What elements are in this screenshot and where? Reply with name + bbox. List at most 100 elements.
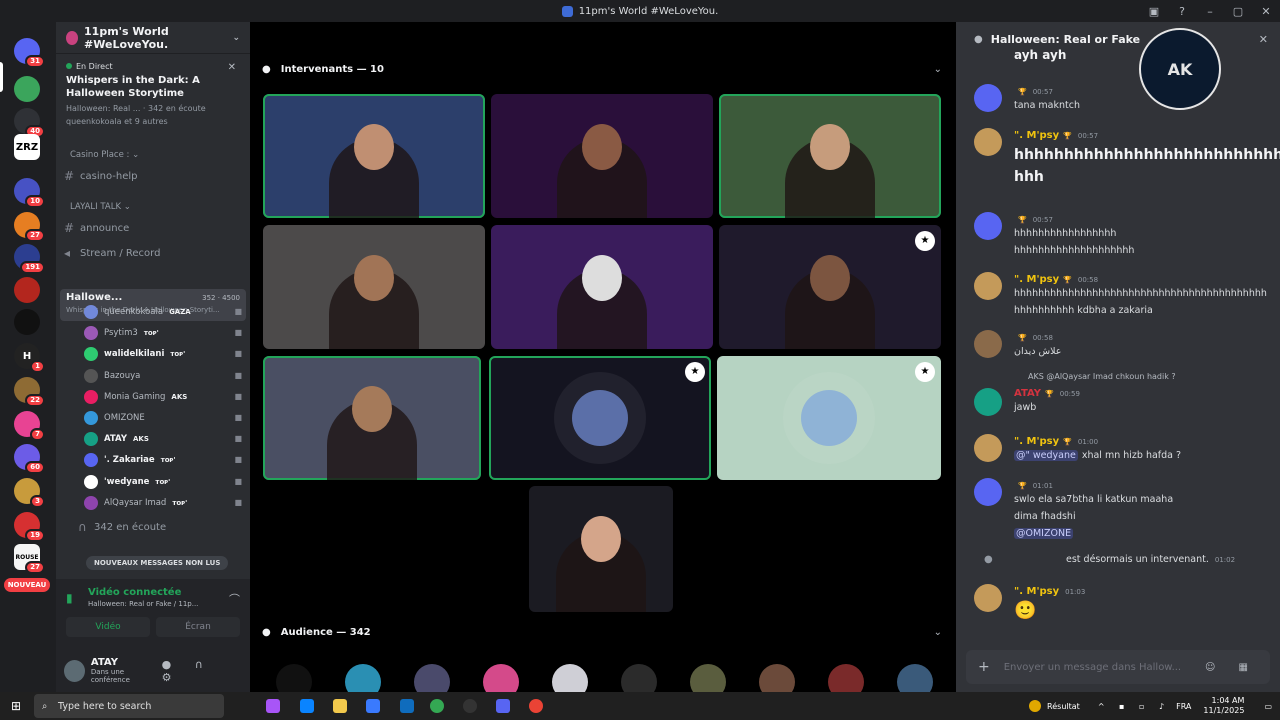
avatar[interactable] — [974, 388, 1002, 416]
voice-member[interactable]: walidelkilani ᴛᴏᴘ' ■ — [84, 344, 242, 363]
server-icon[interactable] — [14, 76, 40, 102]
chevron-down-icon[interactable]: ⌄ — [934, 64, 942, 75]
video-button[interactable]: Vidéo — [66, 617, 150, 637]
speaker-tile[interactable]: ★ — [719, 225, 941, 349]
avatar[interactable] — [974, 272, 1002, 300]
mention[interactable]: @" wedyane — [1014, 450, 1078, 461]
message-author[interactable]: ATAY 🏆 00:59 — [1014, 388, 1080, 399]
message-author[interactable]: ". M'psy 🏆 01:00 — [1014, 436, 1098, 447]
message-input[interactable]: + Envoyer un message dans Hallow... ☺ ▦ — [966, 650, 1270, 684]
new-badge[interactable]: NOUVEAU — [4, 578, 50, 592]
notification-icon[interactable]: ▭ — [1264, 702, 1272, 711]
avatar[interactable] — [974, 478, 1002, 506]
server-icon[interactable]: H1 — [14, 343, 45, 373]
avatar[interactable] — [974, 84, 1002, 112]
server-icon[interactable]: 19 — [14, 512, 45, 542]
speaker-tile[interactable] — [263, 225, 485, 349]
search-input[interactable]: Type here to search — [34, 694, 224, 718]
chevron-down-icon[interactable]: ⌄ — [934, 627, 942, 638]
voice-member[interactable]: ATAY AKS ■ — [84, 429, 242, 448]
server-icon[interactable]: 60 — [14, 444, 45, 474]
minimize-icon[interactable]: – — [1196, 5, 1224, 18]
server-icon[interactable]: 3 — [14, 478, 45, 508]
server-icon[interactable]: ZRZ — [14, 134, 40, 160]
disconnect-icon[interactable]: ⌒ — [229, 591, 240, 607]
obs-icon[interactable] — [463, 699, 477, 713]
inbox-icon[interactable]: ▣ — [1140, 5, 1168, 18]
outlook-icon[interactable] — [400, 699, 414, 713]
reply-preview[interactable]: AKS @AlQaysar Imad chkoun hadik ? — [1028, 372, 1176, 381]
server-header[interactable]: 11pm's World #WeLoveYou. ⌄ — [56, 22, 250, 54]
language-indicator[interactable]: FRA — [1176, 702, 1191, 711]
clock[interactable]: 1:04 AM 11/1/2025 — [1203, 696, 1244, 716]
voice-member[interactable]: AlQaysar Imad ᴛᴏᴘ' ■ — [84, 493, 242, 512]
tray-icons[interactable]: ^ ▪ ▫ ♪ — [1098, 702, 1170, 711]
unread-banner[interactable]: NOUVEAUX MESSAGES NON LUS — [86, 556, 229, 570]
category-layali[interactable]: LAYALI TALK ⌄ — [70, 202, 131, 212]
server-icon[interactable] — [14, 277, 40, 303]
channel-casino-help[interactable]: # casino-help — [64, 166, 242, 186]
server-icon[interactable]: 40 — [14, 108, 45, 138]
maximize-icon[interactable]: ▢ — [1224, 5, 1252, 18]
server-icon[interactable]: ROUSE 27 — [14, 544, 45, 574]
live-event-card[interactable]: En Direct ✕ Whispers in the Dark: A Hall… — [56, 58, 250, 130]
server-icon[interactable]: 27 — [14, 212, 45, 242]
store-icon[interactable] — [366, 699, 380, 713]
avatar[interactable] — [974, 434, 1002, 462]
help-icon[interactable]: ? — [1168, 5, 1196, 18]
message-author[interactable]: ". M'psy 🏆 00:58 — [1014, 274, 1098, 285]
server-icon[interactable]: 31 — [14, 38, 45, 68]
emoji-icon[interactable]: ☺ ▦ — [1205, 662, 1258, 673]
speaker-tile[interactable]: ★ — [717, 356, 941, 480]
message-author[interactable]: 🏆 00:57 — [1014, 214, 1053, 225]
speaker-tile[interactable] — [263, 94, 485, 218]
voice-member[interactable]: 'wedyane ᴛᴏᴘ' ■ — [84, 472, 242, 491]
voice-member[interactable]: queenkokoala GAZA ■ — [84, 302, 242, 321]
speaker-tile[interactable] — [719, 94, 941, 218]
close-icon[interactable]: ✕ — [1259, 33, 1268, 46]
speaker-tile[interactable] — [491, 225, 713, 349]
server-icon[interactable]: 7 — [14, 411, 45, 441]
speaker-tile[interactable] — [263, 356, 481, 480]
edge-icon[interactable] — [300, 699, 314, 713]
avatar[interactable] — [974, 330, 1002, 358]
screen-button[interactable]: Écran — [156, 617, 240, 637]
listening-count[interactable]: ∩ 342 en écoute — [78, 517, 256, 537]
close-icon[interactable]: ✕ — [1252, 5, 1280, 18]
message-author[interactable]: ". M'psy 01:03 — [1014, 586, 1085, 597]
avatar[interactable] — [974, 128, 1002, 156]
server-icon[interactable]: 191 — [14, 244, 45, 274]
chrome-icon[interactable] — [430, 699, 444, 713]
windows-icon[interactable]: ⊞ — [11, 699, 21, 713]
explorer-icon[interactable] — [333, 699, 347, 713]
weather-label[interactable]: Résultat — [1047, 702, 1080, 711]
server-icon[interactable]: 10 — [14, 178, 45, 208]
voice-member[interactable]: OMIZONE ■ — [84, 408, 242, 427]
channel-announce[interactable]: # announce — [64, 218, 242, 238]
plus-icon[interactable]: + — [978, 659, 990, 675]
channel-stream[interactable]: ◂ Stream / Record — [64, 243, 242, 263]
speaker-tile[interactable]: ★ — [489, 356, 711, 480]
chevron-down-icon[interactable]: ⌄ — [232, 33, 240, 43]
speaker-tile[interactable] — [491, 94, 713, 218]
avatar[interactable] — [974, 212, 1002, 240]
server-icon[interactable]: 22 — [14, 377, 45, 407]
message-author[interactable]: 🏆 01:01 — [1014, 480, 1053, 491]
avatar[interactable] — [974, 584, 1002, 612]
mention[interactable]: @OMIZONE — [1014, 528, 1074, 539]
chrome-icon[interactable] — [529, 699, 543, 713]
message-author[interactable]: 🏆 00:58 — [1014, 332, 1053, 343]
close-icon[interactable]: ✕ — [228, 62, 236, 73]
category-casino[interactable]: Casino Place : ⌄ — [70, 150, 139, 160]
message-author[interactable]: ". M'psy 🏆 00:57 — [1014, 130, 1098, 141]
message-author[interactable]: 🏆 00:57 — [1014, 86, 1053, 97]
copilot-icon[interactable] — [266, 699, 280, 713]
mic-headset-settings-icons[interactable]: ● ∩ ⚙ — [162, 658, 242, 684]
speaker-tile[interactable] — [529, 486, 673, 612]
voice-member[interactable]: '. Zakariae ᴛᴏᴘ' ■ — [84, 450, 242, 469]
voice-member[interactable]: Monia Gaming AKS ■ — [84, 387, 242, 406]
voice-member[interactable]: Psytim3 ᴛᴏᴘ' ■ — [84, 323, 242, 342]
avatar[interactable] — [64, 659, 85, 682]
voice-member[interactable]: Bazouya ■ — [84, 366, 242, 385]
discord-icon[interactable] — [496, 699, 510, 713]
